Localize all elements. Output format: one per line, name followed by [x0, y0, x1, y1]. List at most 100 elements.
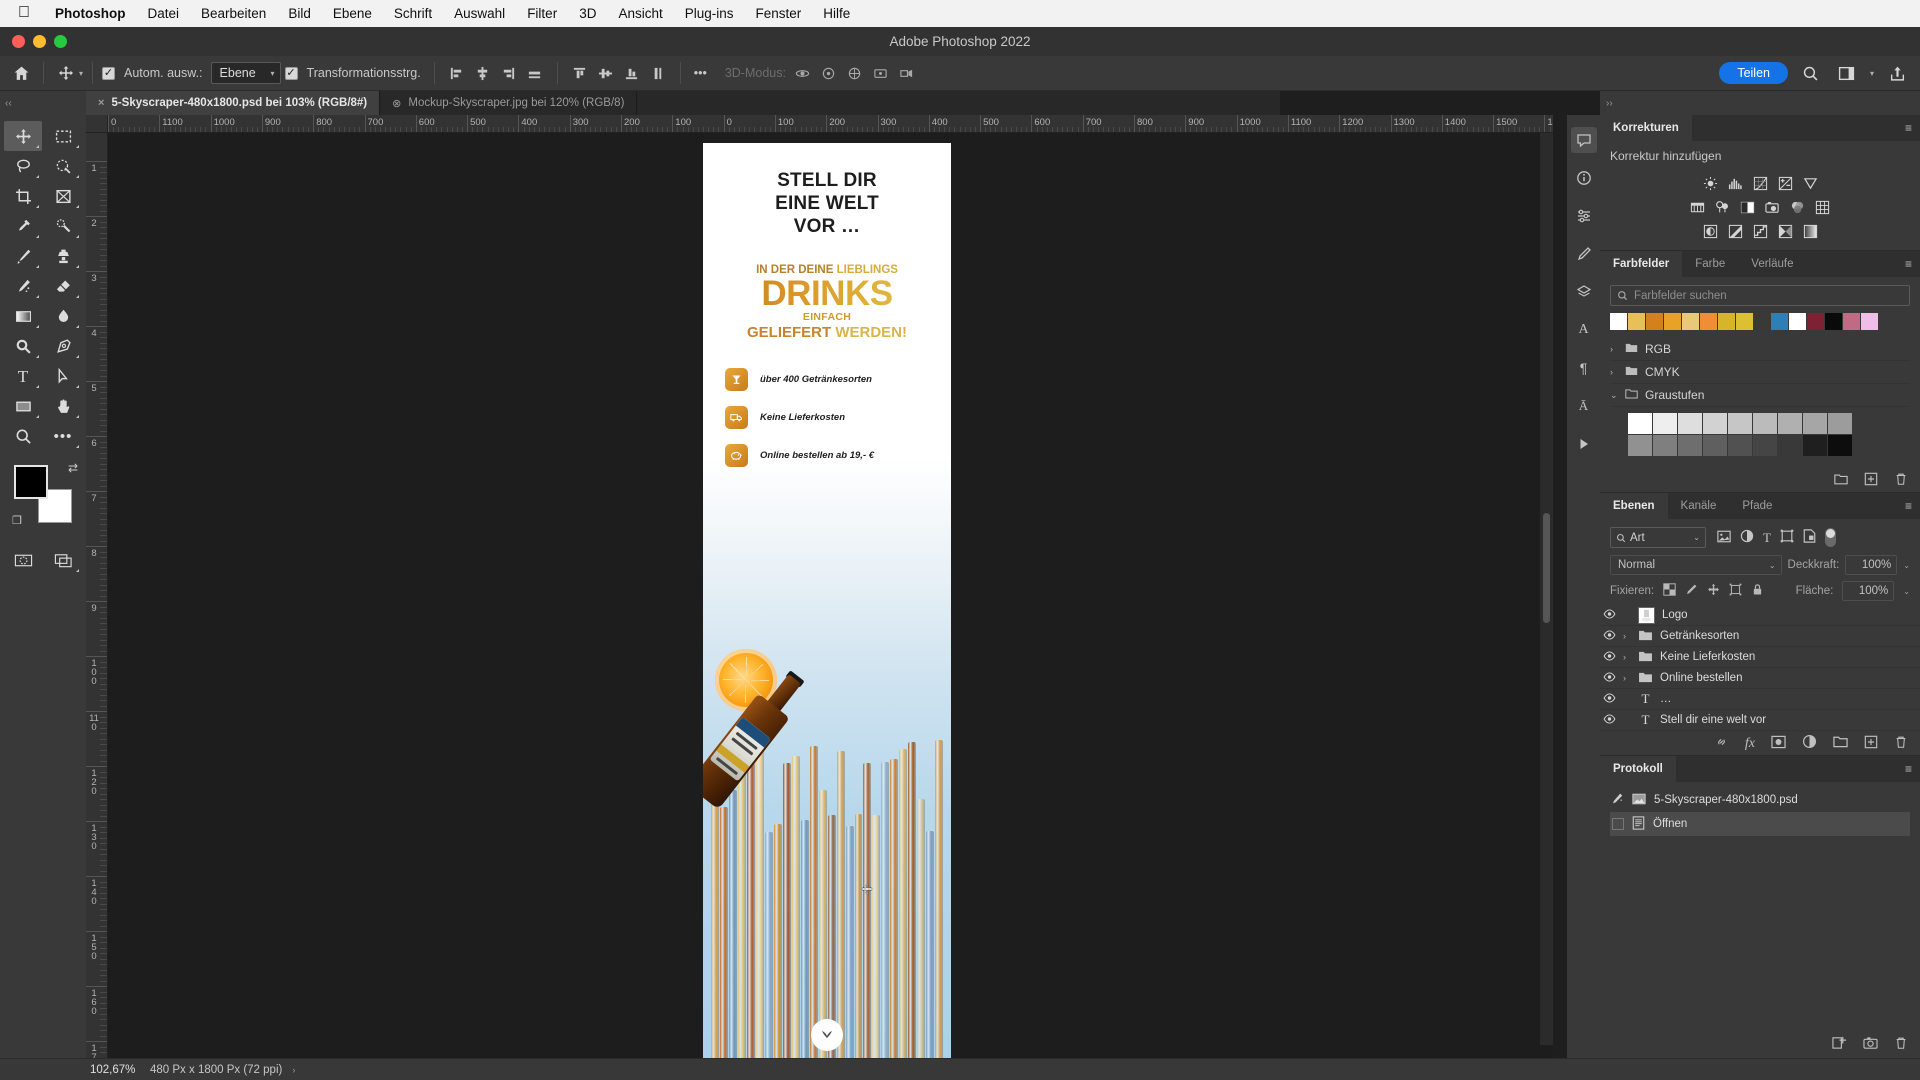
- tab-ebenen[interactable]: Ebenen: [1600, 493, 1668, 519]
- color-swatch[interactable]: [1736, 313, 1753, 330]
- color-swatch[interactable]: [1843, 313, 1860, 330]
- grayscale-swatch[interactable]: [1753, 413, 1777, 434]
- history-brush-tool[interactable]: [4, 271, 42, 301]
- color-swatch[interactable]: [1700, 313, 1717, 330]
- search-icon[interactable]: [1798, 60, 1824, 86]
- menu-item-filter[interactable]: Filter: [516, 6, 568, 21]
- color-swatch[interactable]: [1718, 313, 1735, 330]
- delete-layer-icon[interactable]: [1894, 735, 1908, 752]
- layer-row[interactable]: T…: [1600, 689, 1920, 710]
- status-expand-chevron-icon[interactable]: ›: [292, 1065, 295, 1075]
- color-swatch[interactable]: [1807, 313, 1824, 330]
- menu-item-datei[interactable]: Datei: [137, 6, 191, 21]
- lasso-tool[interactable]: [4, 151, 42, 181]
- grayscale-swatch[interactable]: [1778, 435, 1802, 456]
- roll-3d-icon[interactable]: [816, 60, 842, 86]
- layer-expand-chevron-icon[interactable]: ›: [1623, 652, 1631, 662]
- swap-colors-icon[interactable]: ⇄: [68, 461, 78, 475]
- opacity-input[interactable]: 100%: [1845, 555, 1897, 575]
- selective-color-icon[interactable]: [1777, 223, 1794, 240]
- auto-select-target-dropdown[interactable]: Ebene ▾: [211, 62, 281, 84]
- posterize-icon[interactable]: [1727, 223, 1744, 240]
- right-dock-collapse[interactable]: ››: [1600, 91, 1920, 115]
- clone-stamp-tool[interactable]: [44, 241, 82, 271]
- smart-object-filter-icon[interactable]: [1803, 529, 1816, 546]
- grayscale-swatch[interactable]: [1653, 413, 1677, 434]
- grayscale-swatch[interactable]: [1703, 413, 1727, 434]
- grayscale-swatch[interactable]: [1628, 413, 1652, 434]
- layer-visibility-eye-icon[interactable]: [1602, 672, 1616, 685]
- edit-toolbar-button[interactable]: •••: [44, 421, 82, 451]
- slide-3d-icon[interactable]: [868, 60, 894, 86]
- workspace-chevron-down-icon[interactable]: ▾: [1870, 69, 1874, 78]
- align-center-vertical-icon[interactable]: [593, 60, 619, 86]
- color-swatch[interactable]: [1646, 313, 1663, 330]
- eyedropper-tool[interactable]: [4, 211, 42, 241]
- home-icon[interactable]: [8, 60, 34, 86]
- grayscale-swatch[interactable]: [1803, 413, 1827, 434]
- layer-row[interactable]: Logo: [1600, 605, 1920, 626]
- document-tab-2[interactable]: ⊗ Mockup-Skyscraper.jpg bei 120% (RGB/8): [380, 91, 637, 115]
- chevron-right-icon[interactable]: ›: [1610, 367, 1618, 377]
- quick-mask-icon[interactable]: [4, 545, 42, 575]
- frame-tool[interactable]: [44, 181, 82, 211]
- new-document-from-state-icon[interactable]: [1832, 1035, 1847, 1053]
- share-button[interactable]: Teilen: [1719, 62, 1788, 84]
- chevron-down-icon[interactable]: ⌄: [1610, 390, 1618, 401]
- menu-item-fenster[interactable]: Fenster: [745, 6, 813, 21]
- move-tool-icon[interactable]: [53, 60, 79, 86]
- document-tab-1[interactable]: × 5-Skyscraper-480x1800.psd bei 103% (RG…: [86, 91, 380, 115]
- panel-menu-icon[interactable]: ≡: [1905, 500, 1912, 512]
- grayscale-swatch[interactable]: [1828, 413, 1852, 434]
- pen-tool[interactable]: [44, 331, 82, 361]
- distribute-vertical-icon[interactable]: [645, 60, 671, 86]
- menu-item-plugins[interactable]: Plug-ins: [674, 6, 745, 21]
- grayscale-swatch[interactable]: [1728, 435, 1752, 456]
- layer-expand-chevron-icon[interactable]: ›: [1623, 631, 1631, 641]
- spot-healing-brush-tool[interactable]: [44, 211, 82, 241]
- layer-row[interactable]: T Stell dir eine welt vor: [1600, 710, 1920, 731]
- tab-kanaele[interactable]: Kanäle: [1668, 493, 1730, 519]
- horizontal-ruler[interactable]: 0 1100 1000 900 800 700 600 500 400 300 200 100 0 100…: [108, 115, 1553, 133]
- left-dock-collapse[interactable]: ‹‹: [0, 91, 86, 115]
- glyphs-icon[interactable]: Ā: [1571, 393, 1597, 419]
- layer-visibility-eye-icon[interactable]: [1602, 630, 1616, 643]
- brightness-contrast-icon[interactable]: [1702, 175, 1719, 192]
- play-icon[interactable]: [1571, 431, 1597, 457]
- opacity-stepper[interactable]: ⌄: [1903, 561, 1910, 570]
- link-layers-icon[interactable]: [1714, 735, 1729, 752]
- grayscale-swatch[interactable]: [1728, 413, 1752, 434]
- swatch-search-input[interactable]: Farbfelder suchen: [1610, 285, 1910, 306]
- vibrance-icon[interactable]: [1802, 175, 1819, 192]
- hue-saturation-icon[interactable]: [1689, 199, 1706, 216]
- levels-icon[interactable]: [1727, 175, 1744, 192]
- color-swatch[interactable]: [1610, 313, 1627, 330]
- color-balance-icon[interactable]: [1714, 199, 1731, 216]
- curves-icon[interactable]: [1752, 175, 1769, 192]
- swatch-folder-rgb[interactable]: › RGB: [1610, 338, 1910, 361]
- menu-item-bearbeiten[interactable]: Bearbeiten: [190, 6, 277, 21]
- share-export-icon[interactable]: [1884, 60, 1910, 86]
- layers-comp-icon[interactable]: [1571, 279, 1597, 305]
- blend-mode-dropdown[interactable]: Normal ⌄: [1610, 555, 1782, 575]
- menu-item-3d[interactable]: 3D: [568, 6, 607, 21]
- grayscale-swatch[interactable]: [1778, 413, 1802, 434]
- grayscale-swatch[interactable]: [1703, 435, 1727, 456]
- default-colors-icon[interactable]: ❐: [12, 514, 22, 527]
- swatch-strip[interactable]: [1610, 313, 1910, 330]
- type-tool[interactable]: T: [4, 361, 42, 391]
- filter-enable-toggle[interactable]: [1825, 528, 1836, 547]
- chevron-right-icon[interactable]: ›: [1610, 344, 1618, 354]
- layer-row[interactable]: › Keine Lieferkosten: [1600, 647, 1920, 668]
- paragraph-icon[interactable]: ¶: [1571, 355, 1597, 381]
- hand-tool[interactable]: [44, 391, 82, 421]
- menu-item-bild[interactable]: Bild: [277, 6, 322, 21]
- fill-input[interactable]: 100%: [1842, 581, 1894, 601]
- delete-icon[interactable]: [1894, 472, 1908, 489]
- character-icon[interactable]: A: [1571, 317, 1597, 343]
- scrollbar-thumb[interactable]: [1543, 513, 1550, 623]
- color-swatch[interactable]: [1682, 313, 1699, 330]
- grayscale-swatch[interactable]: [1828, 435, 1852, 456]
- color-swatch[interactable]: [1861, 313, 1878, 330]
- dodge-tool[interactable]: [4, 331, 42, 361]
